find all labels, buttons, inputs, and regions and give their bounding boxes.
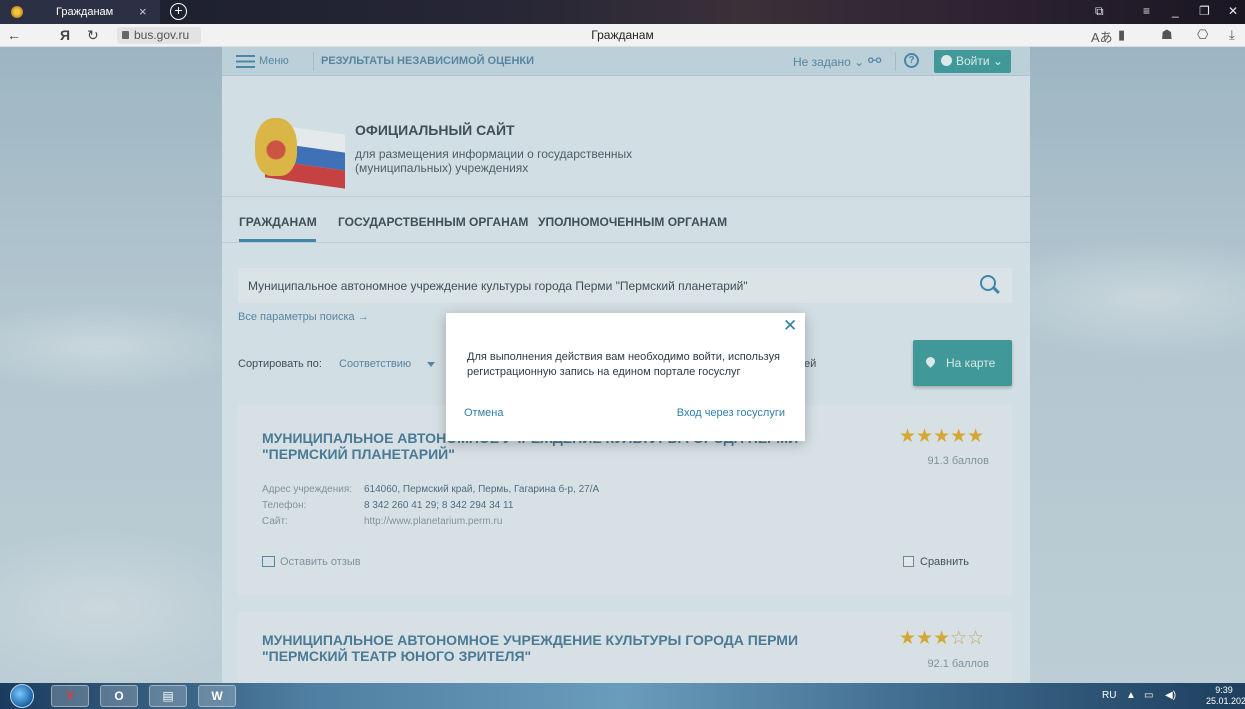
close-icon[interactable]: ✕: [783, 316, 797, 336]
new-tab-button[interactable]: +: [170, 3, 187, 20]
window-close-icon[interactable]: ✕: [1228, 4, 1238, 18]
restore-icon[interactable]: ❐: [1199, 4, 1210, 18]
extensions-icon[interactable]: ⎔: [1197, 27, 1208, 43]
bookmark-icon[interactable]: ▮: [1118, 27, 1125, 43]
dialog-message: Для выполнения действия вам необходимо в…: [467, 351, 780, 378]
page-title-bar: Гражданам: [591, 28, 654, 42]
minimize-icon[interactable]: _: [1172, 4, 1179, 18]
protect-icon[interactable]: ☗: [1161, 27, 1173, 43]
windows-start-icon[interactable]: [10, 684, 34, 708]
notepad-icon[interactable]: ▤: [149, 685, 187, 707]
system-clock[interactable]: 9:39 25.01.2021: [1206, 685, 1245, 707]
clock-time: 9:39: [1215, 685, 1233, 695]
word-icon[interactable]: W: [198, 685, 236, 707]
gosuslugi-login-button[interactable]: Вход через госуслуги: [677, 407, 785, 419]
browser-tab-bar: Гражданам × + ⧉ ≡ _ ❐ ✕: [0, 0, 1245, 24]
network-icon[interactable]: ▭: [1144, 690, 1153, 701]
hamburger-icon[interactable]: ≡: [1143, 4, 1150, 18]
tray-arrow-icon[interactable]: ▲: [1126, 690, 1136, 701]
tab-title: Гражданам: [56, 6, 114, 18]
cancel-button[interactable]: Отмена: [464, 407, 503, 419]
clock-date: 25.01.2021: [1206, 696, 1245, 706]
yandex-browser-icon[interactable]: Y: [51, 685, 89, 707]
taskbar: Y O ▤ W RU ▲ ▭ ◀) 9:39 25.01.2021: [0, 683, 1245, 709]
translate-icon[interactable]: Aあ: [1091, 27, 1113, 46]
download-icon[interactable]: ⤓: [1229, 27, 1235, 43]
language-indicator[interactable]: RU: [1102, 690, 1116, 701]
tab-close-icon[interactable]: ×: [139, 4, 147, 19]
emblem-favicon-icon: [11, 6, 23, 18]
browser-tab[interactable]: Гражданам ×: [0, 0, 160, 24]
tabs-icon[interactable]: ⧉: [1095, 4, 1104, 19]
address-bar: ← Я ↻ bus.gov.ru Гражданам Aあ ▮ ☗ ⎔ ⤓: [0, 24, 1245, 47]
volume-icon[interactable]: ◀): [1165, 690, 1176, 701]
login-required-dialog: ✕ Для выполнения действия вам необходимо…: [446, 313, 805, 441]
outlook-icon[interactable]: O: [100, 685, 138, 707]
